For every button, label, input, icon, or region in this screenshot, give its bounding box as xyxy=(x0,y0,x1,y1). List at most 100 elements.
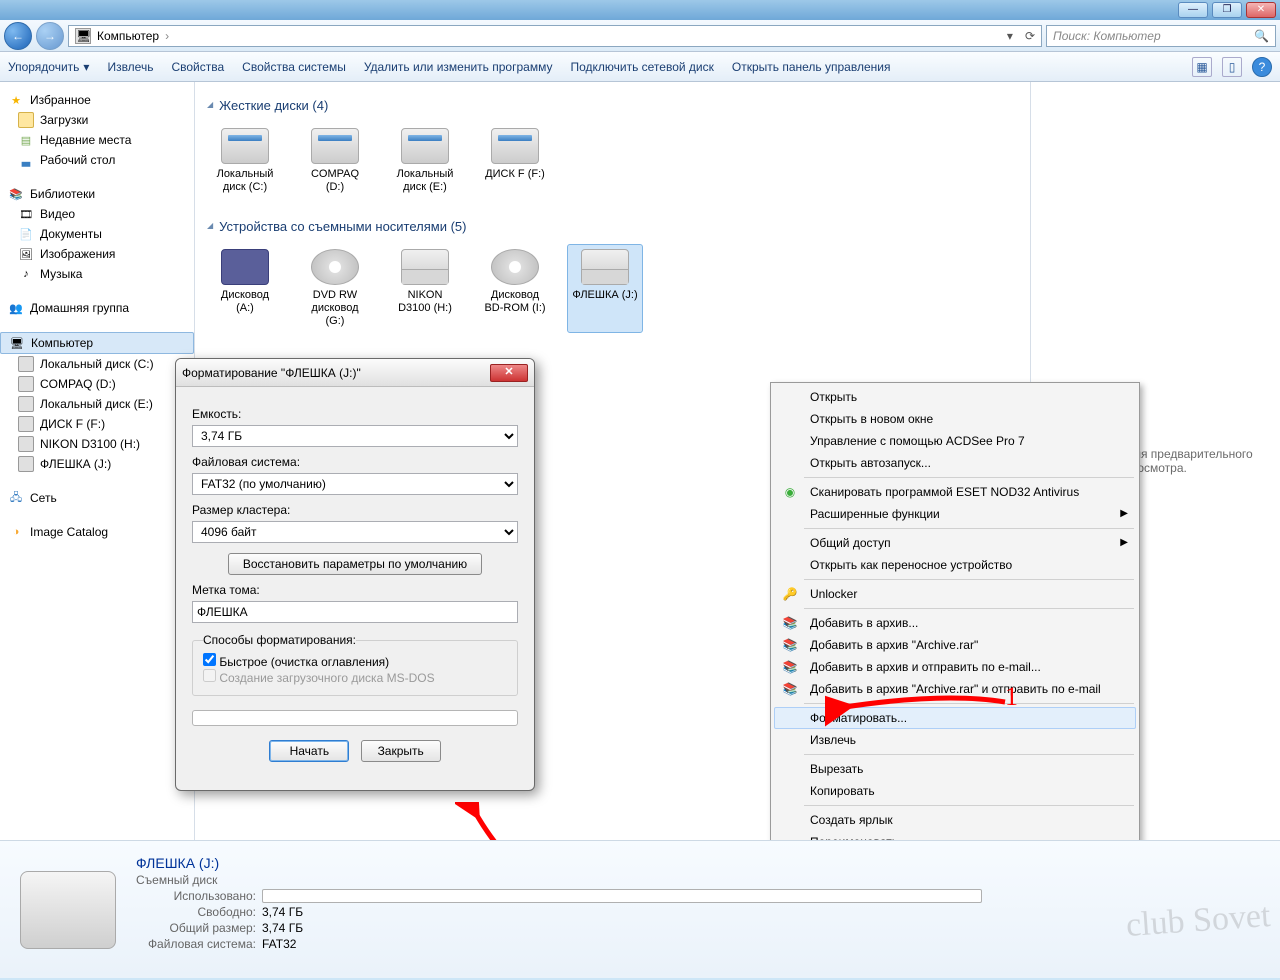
menu-item-label: Создать ярлык xyxy=(810,813,893,827)
drive-item[interactable]: Дисковод BD-ROM (I:) xyxy=(477,244,553,333)
capacity-select[interactable]: 3,74 ГБ xyxy=(192,425,518,447)
context-menu-item[interactable]: Расширенные функции▶ xyxy=(774,503,1136,525)
context-menu-item[interactable]: ◉Сканировать программой ESET NOD32 Antiv… xyxy=(774,481,1136,503)
pictures-icon: 🖼 xyxy=(18,246,34,262)
close-button[interactable]: ✕ xyxy=(1246,2,1276,18)
context-menu-item[interactable]: Открыть автозапуск... xyxy=(774,452,1136,474)
homegroup-header[interactable]: 👥Домашняя группа xyxy=(0,298,194,318)
sidebar-drive-e[interactable]: Локальный диск (E:) xyxy=(0,394,194,414)
breadcrumb-sep: › xyxy=(165,29,169,43)
network-icon: 🖧 xyxy=(8,490,24,506)
sidebar-drive-j[interactable]: ФЛЕШКА (J:) xyxy=(0,454,194,474)
free-value: 3,74 ГБ xyxy=(262,905,303,919)
drive-item[interactable]: COMPAQ (D:) xyxy=(297,123,373,199)
minimize-button[interactable]: — xyxy=(1178,2,1208,18)
nav-back-button[interactable]: ← xyxy=(4,22,32,50)
system-properties-button[interactable]: Свойства системы xyxy=(242,60,346,74)
address-box[interactable]: 🖥 Компьютер › ▾ ⟳ xyxy=(68,25,1042,47)
search-icon[interactable]: 🔍 xyxy=(1254,29,1269,43)
sidebar-drive-d[interactable]: COMPAQ (D:) xyxy=(0,374,194,394)
context-menu-item[interactable]: 📚Добавить в архив "Archive.rar" xyxy=(774,634,1136,656)
menu-item-icon: 📚 xyxy=(782,659,798,675)
help-button[interactable]: ? xyxy=(1252,57,1272,77)
desktop-icon: ▃ xyxy=(18,152,34,168)
menu-item-icon: 📚 xyxy=(782,615,798,631)
sidebar-computer[interactable]: 🖥Компьютер xyxy=(0,332,194,354)
sidebar-drive-h[interactable]: NIKON D3100 (H:) xyxy=(0,434,194,454)
breadcrumb-root[interactable]: Компьютер xyxy=(97,29,159,43)
extract-button[interactable]: Извлечь xyxy=(107,60,153,74)
context-menu-item[interactable]: 📚Добавить в архив... xyxy=(774,612,1136,634)
drive-item[interactable]: ФЛЕШКА (J:) xyxy=(567,244,643,333)
view-options-button[interactable]: ▦ xyxy=(1192,57,1212,77)
sidebar-drive-c[interactable]: Локальный диск (C:) xyxy=(0,354,194,374)
context-menu-item[interactable]: Открыть как переносное устройство xyxy=(774,554,1136,576)
sidebar-video[interactable]: 🎞Видео xyxy=(0,204,194,224)
uninstall-button[interactable]: Удалить или изменить программу xyxy=(364,60,553,74)
context-menu-item[interactable]: Открыть в новом окне xyxy=(774,408,1136,430)
usb-icon xyxy=(581,249,629,285)
drive-item[interactable]: Дисковод (A:) xyxy=(207,244,283,333)
dialog-close-button[interactable]: ✕ xyxy=(490,364,528,382)
sidebar-recent[interactable]: ▤Недавние места xyxy=(0,130,194,150)
search-placeholder: Поиск: Компьютер xyxy=(1053,29,1161,43)
close-format-button[interactable]: Закрыть xyxy=(361,740,441,762)
context-menu-item[interactable]: 📚Добавить в архив "Archive.rar" и отправ… xyxy=(774,678,1136,700)
context-menu-item[interactable]: Копировать xyxy=(774,780,1136,802)
sidebar-network[interactable]: 🖧Сеть xyxy=(0,488,194,508)
drive-item[interactable]: DVD RW дисковод (G:) xyxy=(297,244,373,333)
msdos-boot-checkbox: Создание загрузочного диска MS-DOS xyxy=(203,671,435,685)
context-menu-item[interactable]: 📚Добавить в архив и отправить по e-mail.… xyxy=(774,656,1136,678)
dialog-titlebar[interactable]: Форматирование "ФЛЕШКА (J:)" ✕ xyxy=(176,359,534,387)
navigation-pane: ★Избранное Загрузки ▤Недавние места ▃Раб… xyxy=(0,82,195,840)
libraries-header[interactable]: 📚Библиотеки xyxy=(0,184,194,204)
video-icon: 🎞 xyxy=(18,206,34,222)
cluster-select[interactable]: 4096 байт xyxy=(192,521,518,543)
sidebar-downloads[interactable]: Загрузки xyxy=(0,110,194,130)
organize-button[interactable]: Упорядочить ▾ xyxy=(8,60,89,74)
recent-icon: ▤ xyxy=(18,132,34,148)
filesystem-select[interactable]: FAT32 (по умолчанию) xyxy=(192,473,518,495)
format-progress xyxy=(192,710,518,726)
context-menu-item[interactable]: 🔑Unlocker xyxy=(774,583,1136,605)
menu-item-icon: 🔑 xyxy=(782,586,798,602)
search-input[interactable]: Поиск: Компьютер 🔍 xyxy=(1046,25,1276,47)
refresh-icon[interactable]: ⟳ xyxy=(1025,29,1035,43)
sidebar-drive-f[interactable]: ДИСК F (F:) xyxy=(0,414,194,434)
restore-defaults-button[interactable]: Восстановить параметры по умолчанию xyxy=(228,553,482,575)
favorites-header[interactable]: ★Избранное xyxy=(0,90,194,110)
sidebar-image-catalog[interactable]: ◑Image Catalog xyxy=(0,522,194,542)
libraries-icon: 📚 xyxy=(8,186,24,202)
start-button[interactable]: Начать xyxy=(269,740,349,762)
properties-button[interactable]: Свойства xyxy=(171,60,224,74)
hdd-section-header[interactable]: Жесткие диски (4) xyxy=(207,98,1018,113)
context-menu-item[interactable]: Общий доступ▶ xyxy=(774,532,1136,554)
context-menu-item[interactable]: Вырезать xyxy=(774,758,1136,780)
drive-icon xyxy=(18,376,34,392)
drive-item[interactable]: Локальный диск (E:) xyxy=(387,123,463,199)
drive-item[interactable]: Локальный диск (C:) xyxy=(207,123,283,199)
map-drive-button[interactable]: Подключить сетевой диск xyxy=(570,60,713,74)
address-dropdown[interactable]: ▾ xyxy=(1007,29,1013,43)
fs-label: Файловая система: xyxy=(136,937,256,951)
context-menu-item[interactable]: Открыть xyxy=(774,386,1136,408)
nav-forward-button[interactable]: → xyxy=(36,22,64,50)
sidebar-pictures[interactable]: 🖼Изображения xyxy=(0,244,194,264)
quick-format-checkbox[interactable]: Быстрое (очистка оглавления) xyxy=(203,655,389,669)
volume-input[interactable] xyxy=(192,601,518,623)
preview-pane-button[interactable]: ▯ xyxy=(1222,57,1242,77)
details-drive-icon xyxy=(20,871,116,949)
sidebar-music[interactable]: ♪Музыка xyxy=(0,264,194,284)
context-menu-item[interactable]: Форматировать... xyxy=(774,707,1136,729)
sidebar-desktop[interactable]: ▃Рабочий стол xyxy=(0,150,194,170)
drive-item[interactable]: NIKON D3100 (H:) xyxy=(387,244,463,333)
sidebar-documents[interactable]: 📄Документы xyxy=(0,224,194,244)
context-menu-item[interactable]: Извлечь xyxy=(774,729,1136,751)
context-menu-item[interactable]: Управление с помощью ACDSee Pro 7 xyxy=(774,430,1136,452)
drive-item[interactable]: ДИСК F (F:) xyxy=(477,123,553,199)
format-options-legend: Способы форматирования: xyxy=(203,633,356,647)
context-menu-item[interactable]: Создать ярлык xyxy=(774,809,1136,831)
maximize-button[interactable]: ❐ xyxy=(1212,2,1242,18)
removable-section-header[interactable]: Устройства со съемными носителями (5) xyxy=(207,219,1018,234)
control-panel-button[interactable]: Открыть панель управления xyxy=(732,60,891,74)
